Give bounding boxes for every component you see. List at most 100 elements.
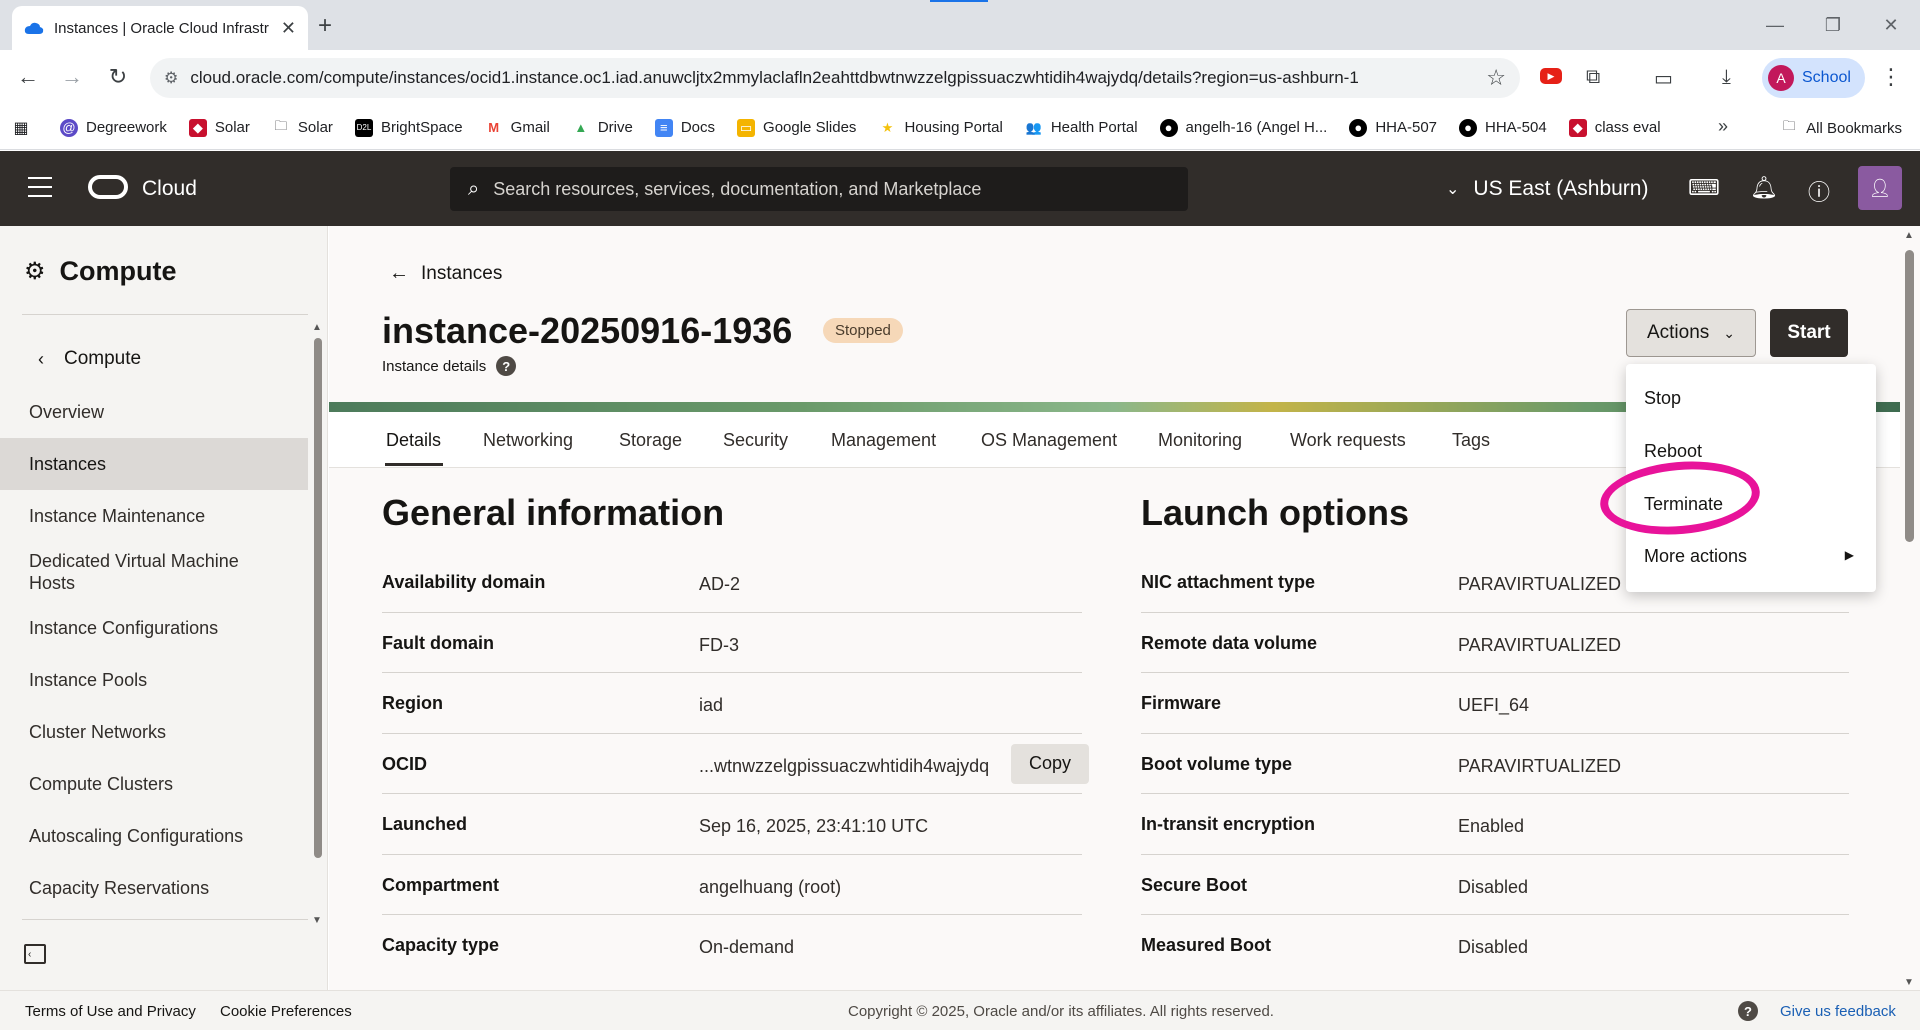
sidebar-item-autoscaling-configurations[interactable]: Autoscaling Configurations: [0, 810, 308, 862]
bookmark-class-eval[interactable]: ◆ class eval: [1568, 118, 1661, 137]
scroll-up-icon[interactable]: ▲: [312, 322, 322, 333]
back-arrow-icon[interactable]: ←: [14, 64, 42, 90]
youtube-extension-icon[interactable]: ▶: [1540, 68, 1562, 84]
bookmark-housing-portal[interactable]: ★ Housing Portal: [878, 119, 1003, 137]
tab-work-requests[interactable]: Work requests: [1290, 430, 1406, 451]
sidebar-item-instance-configurations[interactable]: Instance Configurations: [0, 602, 308, 654]
cloud-shell-icon[interactable]: ⌨: [1688, 175, 1720, 201]
general-information-list: Availability domain AD-2 Fault domain FD-3…: [382, 552, 1089, 976]
sidebar-item-cluster-networks[interactable]: Cluster Networks: [0, 706, 308, 758]
sidebar-scrollbar[interactable]: ▲ ▼: [312, 322, 324, 926]
notifications-bell-icon[interactable]: 🔔︎: [1750, 175, 1778, 201]
help-icon[interactable]: ⓘ: [1808, 175, 1830, 207]
bookmark-gmail[interactable]: M Gmail: [485, 119, 550, 137]
bookmark-star-icon[interactable]: ☆: [1486, 65, 1506, 91]
profile-button[interactable]: A School: [1762, 58, 1865, 98]
bookmark-github-angelh[interactable]: ● angelh-16 (Angel H...: [1159, 118, 1327, 137]
sidebar-item-compute-clusters[interactable]: Compute Clusters: [0, 758, 308, 810]
site-info-icon[interactable]: ⚙: [164, 68, 178, 88]
minimize-icon[interactable]: —: [1746, 0, 1804, 50]
scroll-down-icon[interactable]: ▼: [312, 915, 322, 926]
tab-security[interactable]: Security: [723, 430, 788, 451]
back-to-instances-link[interactable]: ← Instances: [389, 262, 502, 285]
window-controls: — ❐ ✕: [1746, 0, 1920, 50]
help-icon[interactable]: ?: [1738, 1001, 1758, 1021]
more-bookmarks-icon[interactable]: »: [1718, 116, 1728, 137]
hamburger-menu-icon[interactable]: [28, 177, 52, 197]
close-window-icon[interactable]: ✕: [1862, 0, 1920, 50]
tab-tags[interactable]: Tags: [1452, 430, 1490, 451]
oracle-logo-icon[interactable]: [88, 175, 128, 199]
bookmark-google-slides[interactable]: ▭ Google Slides: [737, 118, 856, 137]
menu-item-more-actions[interactable]: More actions: [1644, 546, 1747, 567]
actions-button[interactable]: Actions ⌄: [1626, 309, 1756, 357]
main-scroll-thumb[interactable]: [1905, 250, 1914, 542]
chevron-left-icon: ‹: [38, 348, 44, 369]
extensions-puzzle-icon[interactable]: ⧉: [1586, 66, 1600, 89]
bookmark-hha-507[interactable]: ● HHA-507: [1349, 118, 1437, 137]
give-feedback-link[interactable]: Give us feedback: [1780, 1003, 1896, 1020]
drive-icon: ▲: [574, 120, 588, 135]
main-scrollbar[interactable]: ▲ ▼: [1900, 226, 1920, 990]
sidebar-item-instance-pools[interactable]: Instance Pools: [0, 654, 308, 706]
reload-icon[interactable]: ↻: [104, 64, 132, 90]
scroll-up-icon[interactable]: ▲: [1904, 230, 1914, 241]
tab-storage[interactable]: Storage: [619, 430, 682, 451]
apps-grid-icon[interactable]: ▦: [12, 119, 38, 137]
tab-drag-indicator: [930, 0, 988, 2]
new-tab-icon[interactable]: +: [318, 12, 332, 40]
scroll-down-icon[interactable]: ▼: [1904, 977, 1914, 988]
bookmark-docs[interactable]: ≡ Docs: [654, 118, 715, 137]
cookie-preferences-link[interactable]: Cookie Preferences: [220, 1003, 352, 1020]
menu-item-stop[interactable]: Stop: [1644, 388, 1681, 409]
user-avatar[interactable]: 👤︎: [1858, 166, 1902, 210]
launch-row-firmware: Firmware UEFI_64: [1141, 673, 1849, 734]
bookmark-solar-folder[interactable]: 🗀 Solar: [272, 118, 333, 137]
sidebar-item-dedicated-vm-hosts[interactable]: Dedicated Virtual Machine Hosts: [0, 542, 308, 602]
tab-os-management[interactable]: OS Management: [981, 430, 1117, 451]
bookmark-brightspace[interactable]: D2L BrightSpace: [354, 118, 463, 137]
tab-networking[interactable]: Networking: [483, 430, 573, 451]
all-bookmarks[interactable]: 🗀 All Bookmarks: [1780, 118, 1902, 137]
url-text[interactable]: cloud.oracle.com/compute/instances/ocid1…: [190, 68, 1486, 88]
page-title: instance-20250916-1936: [382, 310, 793, 351]
copy-ocid-button[interactable]: Copy: [1011, 743, 1089, 784]
tab-management[interactable]: Management: [831, 430, 936, 451]
brand-label[interactable]: Cloud: [142, 177, 197, 201]
bookmark-hha-504[interactable]: ● HHA-504: [1459, 118, 1547, 137]
cast-screen-icon[interactable]: ▭: [1654, 66, 1673, 91]
region-selector[interactable]: ⌄ US East (Ashburn): [1446, 177, 1648, 201]
address-bar[interactable]: ⚙ cloud.oracle.com/compute/instances/oci…: [150, 58, 1520, 98]
search-input[interactable]: ⌕ Search resources, services, documentat…: [450, 167, 1188, 211]
tab-details[interactable]: Details: [386, 430, 441, 451]
browser-tab[interactable]: Instances | Oracle Cloud Infrastr ✕: [12, 6, 308, 50]
bookmark-health-portal[interactable]: 👥 Health Portal: [1025, 119, 1138, 137]
forward-arrow-icon[interactable]: →: [58, 64, 86, 90]
sidebar-scroll-thumb[interactable]: [314, 338, 322, 858]
bookmark-degreework[interactable]: @ Degreework: [60, 118, 167, 137]
launch-row-measured-boot: Measured Boot Disabled: [1141, 935, 1529, 957]
close-tab-icon[interactable]: ✕: [281, 18, 296, 39]
bookmark-solar[interactable]: ◆ Solar: [188, 118, 250, 137]
terms-link[interactable]: Terms of Use and Privacy: [25, 1003, 196, 1020]
d2l-icon: D2L: [354, 118, 373, 137]
bookmark-drive[interactable]: ▲ Drive: [572, 119, 632, 137]
sidebar-item-instances[interactable]: Instances: [0, 438, 308, 490]
start-button[interactable]: Start: [1770, 309, 1848, 357]
sidebar-back-compute[interactable]: ‹ Compute: [38, 348, 141, 370]
download-icon[interactable]: ⤓: [1722, 66, 1731, 89]
restore-icon[interactable]: ❐: [1804, 0, 1862, 50]
help-icon[interactable]: ?: [496, 356, 517, 376]
collapse-sidebar-icon[interactable]: ‹: [24, 944, 46, 964]
slides-icon: ▭: [737, 118, 756, 137]
menu-item-reboot[interactable]: Reboot: [1644, 441, 1702, 462]
sidebar-item-capacity-reservations[interactable]: Capacity Reservations: [0, 862, 308, 914]
browser-menu-icon[interactable]: ⋮: [1880, 64, 1902, 90]
sidebar-item-instance-maintenance[interactable]: Instance Maintenance: [0, 490, 308, 542]
compartment-link[interactable]: angelhuang (root): [699, 877, 841, 898]
sidebar-item-overview[interactable]: Overview: [0, 386, 308, 438]
github-icon: ●: [1349, 118, 1368, 137]
tab-monitoring[interactable]: Monitoring: [1158, 430, 1242, 451]
info-row-launched: Launched Sep 16, 2025, 23:41:10 UTC: [382, 794, 1082, 855]
info-row-region: Region iad: [382, 673, 1082, 734]
